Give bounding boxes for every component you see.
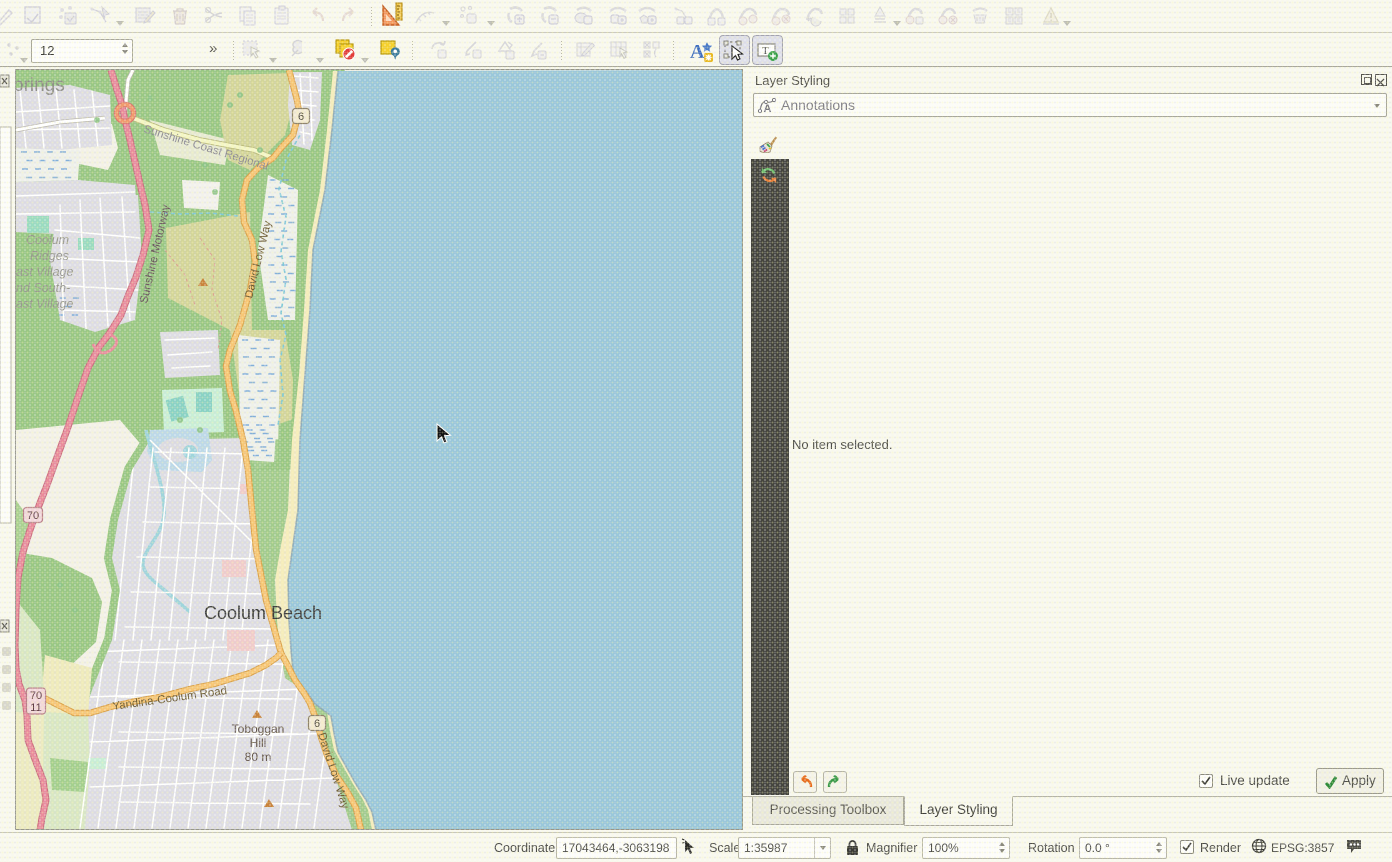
svg-text:Hill: Hill [250, 736, 267, 750]
svg-text:6: 6 [314, 718, 320, 730]
svg-text:70: 70 [30, 690, 42, 702]
svg-text:A: A [690, 41, 705, 63]
svg-text:A: A [764, 103, 772, 114]
svg-text:ast Village: ast Village [16, 297, 73, 311]
svg-text:T: T [762, 45, 769, 57]
svg-text:80 m: 80 m [245, 750, 272, 764]
svg-text:nd South-: nd South- [16, 281, 70, 295]
svg-text:6: 6 [298, 111, 304, 123]
svg-text:Ridges: Ridges [30, 249, 69, 263]
svg-text:ast Village: ast Village [16, 265, 73, 279]
svg-text:Coolum Beach: Coolum Beach [204, 603, 322, 623]
svg-text:Coolum: Coolum [26, 233, 69, 247]
svg-text:prings: prings [16, 75, 65, 96]
svg-text:Toboggan: Toboggan [232, 722, 285, 736]
svg-text:70: 70 [27, 510, 39, 522]
svg-text:11: 11 [30, 702, 41, 714]
